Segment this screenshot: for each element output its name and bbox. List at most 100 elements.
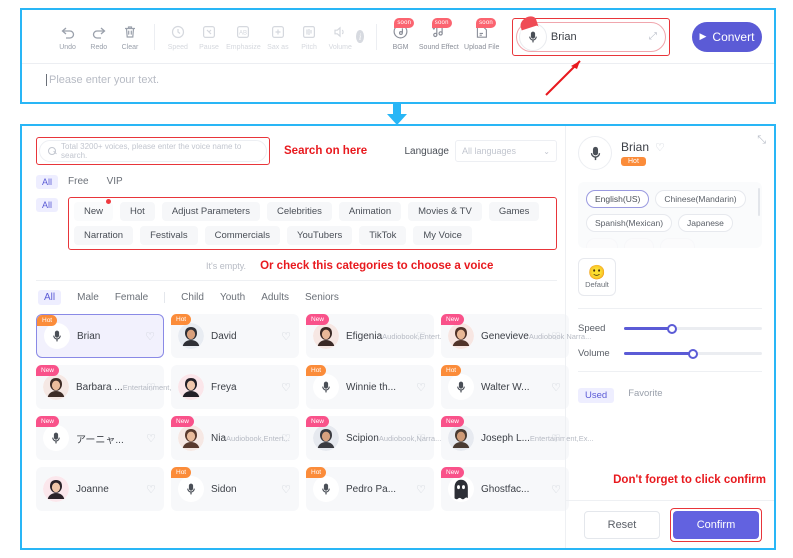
category-tiktok[interactable]: TikTok — [359, 226, 407, 245]
speed-slider[interactable] — [624, 323, 762, 334]
toolbar-item-sound-effect[interactable]: soon Sound Effect — [416, 17, 461, 51]
plan-tab-all[interactable]: All — [36, 175, 59, 189]
emotion-default[interactable]: 🙂 Default — [578, 258, 616, 296]
voice-card-favorite-heart-icon[interactable]: ♡ — [146, 432, 156, 445]
plan-tab-vip[interactable]: VIP — [107, 176, 123, 187]
age-tab-adults[interactable]: Adults — [261, 292, 289, 303]
voice-card-favorite-heart-icon[interactable]: ♡ — [416, 432, 426, 445]
convert-button[interactable]: ▶ Convert — [691, 21, 763, 52]
voice-card[interactable]: New Joseph L...Entertainment,Ex... ♡ — [441, 416, 594, 460]
voice-card-favorite-heart-icon[interactable]: ♡ — [146, 381, 156, 394]
text-input-area[interactable]: Please enter your text. — [22, 64, 774, 104]
language-chip-chinese-mandarin[interactable]: Chinese(Mandarin) — [655, 190, 746, 208]
voice-card-favorite-heart-icon[interactable]: ♡ — [416, 330, 426, 343]
flow-arrow-down-icon — [387, 104, 407, 125]
toolbar-item-redo[interactable]: Redo — [83, 23, 114, 51]
gender-tab-female[interactable]: Female — [115, 292, 148, 303]
speed-slider-knob[interactable] — [667, 323, 678, 334]
category-new[interactable]: New — [74, 199, 114, 221]
category-tab-all[interactable]: All — [36, 198, 59, 212]
voice-card-favorite-heart-icon[interactable]: ♡ — [145, 330, 155, 343]
confirm-button[interactable]: Confirm — [673, 510, 759, 539]
volume-slider[interactable] — [624, 348, 762, 359]
voice-card[interactable]: New アーニャ... ♡ — [36, 416, 164, 460]
voice-card[interactable]: Hot Walter W... ♡ — [441, 365, 569, 409]
toolbar-item-bgm[interactable]: soon BGM — [385, 17, 416, 51]
reset-button[interactable]: Reset — [584, 510, 660, 539]
tab-favorite[interactable]: Favorite — [628, 388, 662, 403]
emotion-row: 🙂 Default — [578, 258, 762, 296]
category-youtubers[interactable]: YouTubers — [287, 226, 353, 245]
toolbar-item-sax-as[interactable]: Sax as — [262, 23, 293, 51]
voice-card-favorite-heart-icon[interactable]: ♡ — [146, 483, 156, 496]
voice-card[interactable]: New EfigeniaAudiobook,Entert... ♡ — [306, 314, 446, 358]
toolbar-item-pitch[interactable]: Pitch — [293, 23, 324, 51]
language-select[interactable]: All languages ⌄ — [455, 140, 557, 162]
info-icon[interactable]: i — [355, 30, 365, 43]
language-scrollbar[interactable] — [758, 188, 760, 216]
voice-card[interactable]: Hot Brian ♡ — [36, 314, 164, 358]
gender-tab-all[interactable]: All — [38, 290, 62, 305]
voice-detail-panel: ⤡ Brian ♡ Hot English(US) Chinese(Mandar… — [565, 126, 774, 548]
voice-card-favorite-heart-icon[interactable]: ♡ — [281, 381, 291, 394]
category-my-voice[interactable]: My Voice — [413, 226, 472, 245]
category-commercials[interactable]: Commercials — [204, 226, 281, 245]
category-hot[interactable]: Hot — [120, 202, 155, 221]
category-celebrities[interactable]: Celebrities — [266, 202, 332, 221]
category-animation[interactable]: Animation — [338, 202, 402, 221]
voice-card-favorite-heart-icon[interactable]: ♡ — [281, 483, 291, 496]
plan-tab-free[interactable]: Free — [68, 176, 89, 187]
favorite-heart-icon[interactable]: ♡ — [655, 141, 665, 154]
category-festivals[interactable]: Festivals — [140, 226, 198, 245]
voice-card[interactable]: New NiaAudiobook,Entert... ♡ — [171, 416, 299, 460]
age-tab-seniors[interactable]: Seniors — [305, 292, 339, 303]
category-games[interactable]: Games — [488, 202, 540, 221]
voice-card[interactable]: Hot David ♡ — [171, 314, 299, 358]
voice-card[interactable]: New ScipionAudiobook,Narra... ♡ — [306, 416, 441, 460]
voice-card-favorite-heart-icon[interactable]: ♡ — [551, 381, 561, 394]
toolbar-item-speed[interactable]: Speed — [162, 23, 193, 51]
voice-card[interactable]: Hot Sidon ♡ — [171, 467, 299, 511]
voice-card-favorite-heart-icon[interactable]: ♡ — [416, 381, 426, 394]
tab-used[interactable]: Used — [578, 388, 615, 403]
volume-slider-knob[interactable] — [688, 348, 698, 359]
voice-card[interactable]: Hot Pedro Pa... ♡ — [306, 467, 434, 511]
voice-card-favorite-heart-icon[interactable]: ♡ — [551, 432, 561, 445]
language-chip-spanish-mexican[interactable]: Spanish(Mexican) — [586, 214, 673, 232]
voice-card[interactable]: New Ghostfac... ♡ — [441, 467, 569, 511]
language-chip-hidden-1[interactable] — [586, 238, 619, 248]
voice-selector[interactable]: Brian ⤢ — [515, 14, 666, 52]
voice-card-favorite-heart-icon[interactable]: ♡ — [551, 483, 561, 496]
collapse-icon[interactable]: ⤡ — [757, 134, 766, 147]
voice-card-favorite-heart-icon[interactable]: ♡ — [416, 483, 426, 496]
voice-card[interactable]: Freya ♡ — [171, 365, 299, 409]
language-chip-hidden-2[interactable] — [624, 238, 654, 248]
voice-card[interactable]: New Barbara ...Entertainment,Ex... ♡ — [36, 365, 186, 409]
voice-card-favorite-heart-icon[interactable]: ♡ — [281, 330, 291, 343]
toolbar-item-clear[interactable]: Clear — [114, 23, 145, 51]
category-adjust-parameters[interactable]: Adjust Parameters — [161, 202, 260, 221]
language-chip-japanese[interactable]: Japanese — [678, 214, 733, 232]
voice-grid: Hot Brian ♡ Hot David ♡ New EfigeniaAudiobook,E… — [36, 314, 594, 511]
toolbar-item-volume[interactable]: Volume — [325, 23, 356, 51]
toolbar-item-pause[interactable]: Pause — [193, 23, 224, 51]
voice-card-favorite-heart-icon[interactable]: ♡ — [551, 330, 561, 343]
category-movies-tv[interactable]: Movies & TV — [408, 202, 482, 221]
voice-card[interactable]: Hot Winnie th... ♡ — [306, 365, 434, 409]
voice-card-favorite-heart-icon[interactable]: ♡ — [281, 432, 291, 445]
age-tab-youth[interactable]: Youth — [220, 292, 245, 303]
language-chip-hidden-3[interactable] — [659, 238, 695, 248]
toolbar-item-emphasize[interactable]: AB Emphasize — [225, 23, 263, 51]
language-chip-english-us[interactable]: English(US) — [586, 190, 650, 208]
search-input[interactable]: Total 3200+ voices, please enter the voi… — [39, 140, 267, 162]
category-narration[interactable]: Narration — [74, 226, 134, 245]
age-tab-child[interactable]: Child — [181, 292, 204, 303]
voice-card-badge: New — [36, 416, 60, 427]
gender-tab-male[interactable]: Male — [77, 292, 99, 303]
voice-card[interactable]: New GenevieveAudiobook,Narra... ♡ — [441, 314, 591, 358]
voice-card[interactable]: Joanne ♡ — [36, 467, 164, 511]
toolbar-item-undo[interactable]: Undo — [52, 23, 83, 51]
expand-icon[interactable]: ⤢ — [649, 31, 657, 42]
voice-card-name: Walter W... — [481, 382, 530, 393]
toolbar-item-upload-file[interactable]: soon Upload File — [462, 17, 502, 51]
